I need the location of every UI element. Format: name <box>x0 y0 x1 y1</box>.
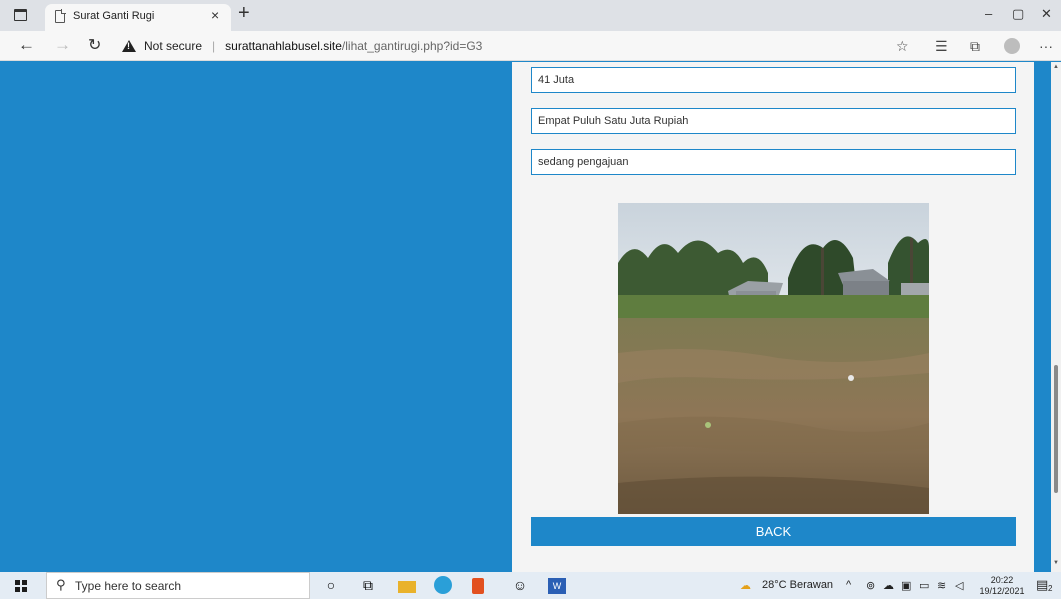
page-content: 41 Juta Empat Puluh Satu Juta Rupiah sed… <box>0 62 1061 572</box>
favorites-icon[interactable]: ☰ <box>935 38 948 55</box>
tab-close-icon[interactable]: × <box>211 7 219 23</box>
browser-tab[interactable]: Surat Ganti Rugi × <box>45 4 231 31</box>
url-path: /lihat_gantirugi.php?id=G3 <box>341 39 483 53</box>
cortana-icon[interactable]: ○ <box>321 576 341 595</box>
word-icon[interactable]: W <box>548 578 566 594</box>
clock-time: 20:22 <box>990 575 1014 585</box>
clock-date: 19/12/2021 <box>979 586 1025 596</box>
weather-icon[interactable]: ☁ <box>740 579 751 592</box>
clock[interactable]: 20:22 19/12/2021 <box>978 575 1026 597</box>
app-tray-icon[interactable]: ▣ <box>901 579 911 592</box>
land-photo <box>618 203 929 514</box>
url-field[interactable]: Not secure | surattanahlabusel.site/liha… <box>118 35 918 57</box>
restore-button[interactable]: ▢ <box>1012 6 1024 22</box>
warning-icon <box>122 40 136 52</box>
url-divider: | <box>212 39 216 53</box>
new-tab-button[interactable]: + <box>238 2 250 25</box>
task-view-icon[interactable]: ⧉ <box>358 576 378 595</box>
close-window-button[interactable]: ✕ <box>1041 6 1052 22</box>
volume-icon[interactable]: ◁ <box>955 579 963 592</box>
forward-arrow-icon[interactable]: → <box>54 35 71 55</box>
back-arrow-icon[interactable]: ← <box>18 35 35 55</box>
windows-taskbar: ⚲ Type here to search ○ ⧉ ☺ W ☁ 28°C Ber… <box>0 572 1061 599</box>
wifi-icon[interactable]: ≋ <box>937 579 946 592</box>
scroll-thumb[interactable] <box>1054 365 1058 493</box>
file-explorer-icon[interactable] <box>398 581 416 593</box>
url-host: surattanahlabusel.site <box>225 39 342 53</box>
tab-actions-icon[interactable] <box>14 9 27 21</box>
amount-in-words-field[interactable]: Empat Puluh Satu Juta Rupiah <box>531 108 1016 134</box>
security-label[interactable]: Not secure <box>144 39 202 53</box>
battery-icon[interactable]: ▭ <box>919 579 929 592</box>
status-field[interactable]: sedang pengajuan <box>531 149 1016 175</box>
meet-now-icon[interactable]: ⊚ <box>866 579 875 592</box>
amount-field[interactable]: 41 Juta <box>531 67 1016 93</box>
address-bar: ← → ↻ Not secure | surattanahlabusel.sit… <box>0 31 1061 61</box>
notification-count: 2 <box>1048 584 1053 593</box>
search-icon: ⚲ <box>56 577 66 592</box>
taskbar-search[interactable]: ⚲ Type here to search <box>46 572 310 599</box>
chevron-up-icon[interactable]: ^ <box>846 579 851 591</box>
back-button[interactable]: BACK <box>531 517 1016 546</box>
scroll-down-icon[interactable]: ▼ <box>1053 560 1059 566</box>
minimize-button[interactable]: – <box>985 6 992 21</box>
scroll-up-icon[interactable]: ▲ <box>1053 64 1059 70</box>
add-favorite-icon[interactable]: ☆ <box>896 38 909 55</box>
emoji-app-icon[interactable]: ☺ <box>510 576 530 595</box>
collections-icon[interactable]: ⧉ <box>970 38 980 55</box>
detail-panel: 41 Juta Empat Puluh Satu Juta Rupiah sed… <box>512 62 1034 572</box>
edge-icon[interactable] <box>434 576 452 594</box>
search-placeholder: Type here to search <box>75 579 182 593</box>
vertical-scrollbar[interactable]: ▲ ▼ <box>1051 62 1061 572</box>
profile-avatar[interactable] <box>1004 38 1020 54</box>
start-icon[interactable] <box>15 580 27 592</box>
weather-text[interactable]: 28°C Berawan <box>762 579 833 591</box>
refresh-icon[interactable]: ↻ <box>88 35 101 55</box>
notification-icon[interactable]: ▤ <box>1036 577 1048 593</box>
onedrive-icon[interactable]: ☁ <box>883 579 894 592</box>
page-icon <box>55 9 66 23</box>
office-icon[interactable] <box>472 578 484 594</box>
browser-title-bar: Surat Ganti Rugi × + – ▢ ✕ <box>0 0 1061 31</box>
tab-title: Surat Ganti Rugi <box>73 10 155 22</box>
more-options-icon[interactable]: ··· <box>1039 38 1053 54</box>
